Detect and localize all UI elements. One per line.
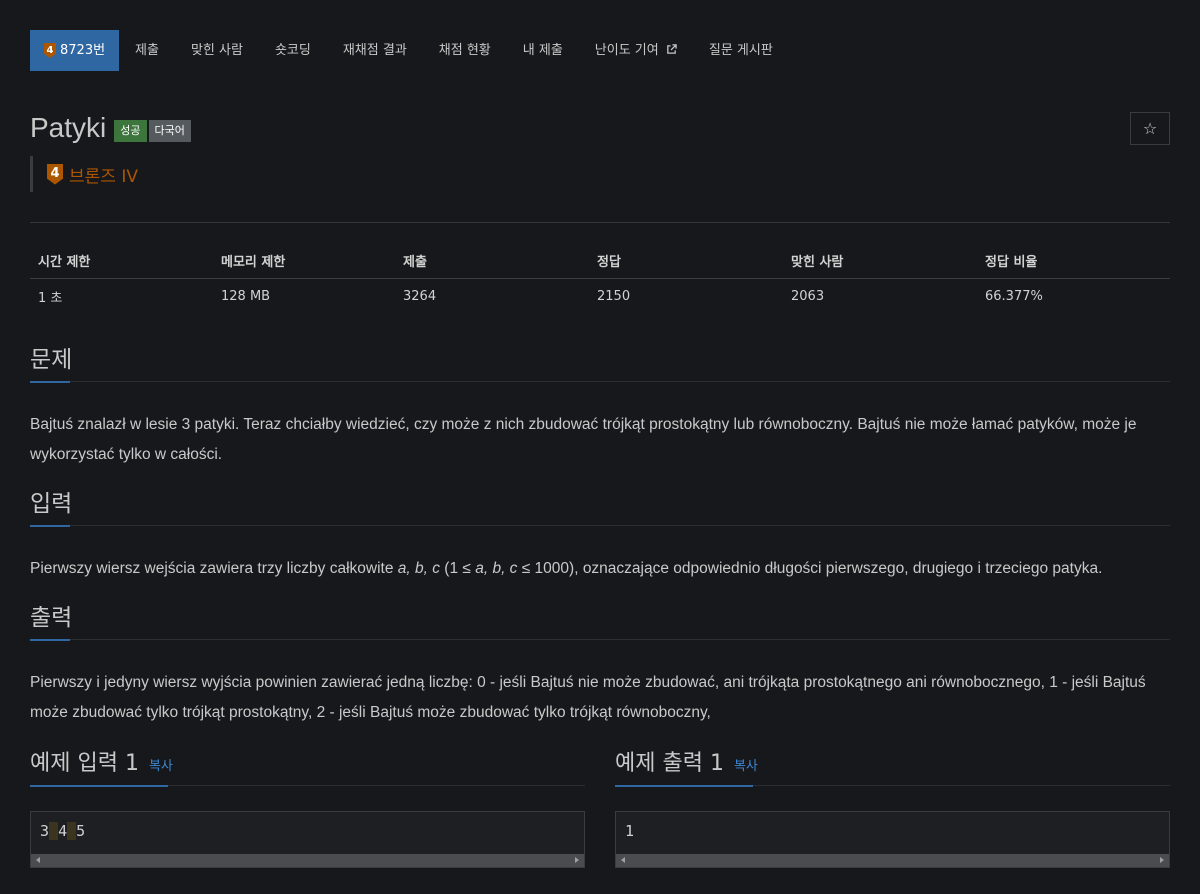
tab-my-submissions[interactable]: 내 제출 xyxy=(507,30,579,71)
success-label: 성공 xyxy=(114,120,147,142)
section-underline xyxy=(615,785,753,787)
sample-input-section: 예제 입력 1 복사 3 4 5 xyxy=(30,748,585,868)
tab-question-board[interactable]: 질문 게시판 xyxy=(693,30,789,71)
tab-judge-status[interactable]: 채점 현황 xyxy=(423,30,507,71)
problem-tier: 4 브론즈 IV xyxy=(30,156,138,192)
section-title: 문제 xyxy=(30,347,73,373)
sample-output-code: 1 xyxy=(625,822,635,840)
header-accepted: 정답 xyxy=(589,243,783,279)
tab-difficulty-contribution[interactable]: 난이도 기여 xyxy=(579,30,693,71)
section-header: 예제 출력 1 복사 xyxy=(615,748,1170,787)
accepted-value: 2150 xyxy=(597,288,631,304)
sample-input-title: 예제 입력 1 xyxy=(30,751,139,776)
input-section: 입력 Pierwszy wiersz wejścia zawiera trzy … xyxy=(30,489,1170,584)
divider xyxy=(30,222,1170,223)
scroll-right-icon[interactable] xyxy=(575,857,579,863)
section-header: 출력 xyxy=(30,603,1170,641)
section-header: 문제 xyxy=(30,345,1170,383)
solved-users-value: 2063 xyxy=(791,288,825,304)
section-header: 입력 xyxy=(30,489,1170,527)
bronze-tier-icon: 4 xyxy=(44,43,56,58)
copy-sample-output-button[interactable]: 복사 xyxy=(734,755,758,774)
tab-rejudge-results[interactable]: 재채점 결과 xyxy=(327,30,423,71)
problem-info-table: 시간 제한 메모리 제한 제출 정답 맞힌 사람 정답 비율 1 초 128 M… xyxy=(30,243,1170,314)
section-title: 출력 xyxy=(30,605,73,631)
tab-solved-users[interactable]: 맞힌 사람 xyxy=(175,30,259,71)
horizontal-scrollbar[interactable] xyxy=(616,854,1169,867)
time-limit-value: 1 초 xyxy=(38,290,63,306)
tab-label: 난이도 기여 xyxy=(594,43,659,58)
sample-output-section: 예제 출력 1 복사 1 xyxy=(615,748,1170,868)
tab-submit[interactable]: 제출 xyxy=(119,30,175,71)
tab-label: 8723번 xyxy=(60,43,106,58)
header-accuracy: 정답 비율 xyxy=(977,243,1170,279)
problem-title-row: Patyki 성공 다국어 xyxy=(30,112,191,144)
problem-menu-tabs: 4 8723번 제출 맞힌 사람 숏코딩 재채점 결과 채점 현황 내 제출 난… xyxy=(30,30,789,71)
header-memory-limit: 메모리 제한 xyxy=(213,243,395,279)
output-text: Pierwszy i jedyny wiersz wyjścia powinie… xyxy=(30,674,1146,721)
section-underline xyxy=(30,785,168,787)
section-underline xyxy=(30,639,70,641)
input-text: Pierwszy wiersz wejścia zawiera trzy lic… xyxy=(30,560,1103,577)
problem-title: Patyki xyxy=(30,112,107,143)
favorite-star-button[interactable]: ☆ xyxy=(1130,112,1170,145)
header-time-limit: 시간 제한 xyxy=(30,243,213,279)
section-underline xyxy=(30,525,70,527)
external-link-icon xyxy=(667,44,677,54)
header-submissions: 제출 xyxy=(395,243,589,279)
section-title: 입력 xyxy=(30,491,73,517)
table-header-row: 시간 제한 메모리 제한 제출 정답 맞힌 사람 정답 비율 xyxy=(30,243,1170,279)
scroll-left-icon[interactable] xyxy=(36,857,40,863)
sample-input-code: 3 4 5 xyxy=(40,822,86,840)
tab-problem-number[interactable]: 4 8723번 xyxy=(30,30,120,71)
bronze-tier-icon: 4 xyxy=(47,163,63,185)
output-section: 출력 Pierwszy i jedyny wiersz wyjścia powi… xyxy=(30,603,1170,728)
horizontal-scrollbar[interactable] xyxy=(31,854,584,867)
copy-sample-input-button[interactable]: 복사 xyxy=(149,755,173,774)
scroll-left-icon[interactable] xyxy=(621,857,625,863)
tier-text[interactable]: 브론즈 IV xyxy=(69,162,138,187)
accuracy-value: 66.377% xyxy=(985,288,1043,304)
table-row: 1 초 128 MB 3264 2150 2063 66.377% xyxy=(30,278,1170,314)
problem-description-section: 문제 Bajtuś znalazł w lesie 3 patyki. Tera… xyxy=(30,345,1170,470)
section-underline xyxy=(30,381,70,383)
tab-short-coding[interactable]: 숏코딩 xyxy=(259,30,327,71)
section-header: 예제 입력 1 복사 xyxy=(30,748,585,787)
sample-output-box[interactable]: 1 xyxy=(615,811,1170,868)
sample-output-title: 예제 출력 1 xyxy=(615,751,724,776)
submissions-value: 3264 xyxy=(403,288,437,304)
scroll-right-icon[interactable] xyxy=(1160,857,1164,863)
memory-limit-value: 128 MB xyxy=(221,288,271,304)
header-solved-users: 맞힌 사람 xyxy=(783,243,977,279)
sample-input-box[interactable]: 3 4 5 xyxy=(30,811,585,868)
problem-text: Bajtuś znalazł w lesie 3 patyki. Teraz c… xyxy=(30,416,1137,463)
star-icon: ☆ xyxy=(1142,119,1158,138)
multilang-label: 다국어 xyxy=(148,120,191,142)
